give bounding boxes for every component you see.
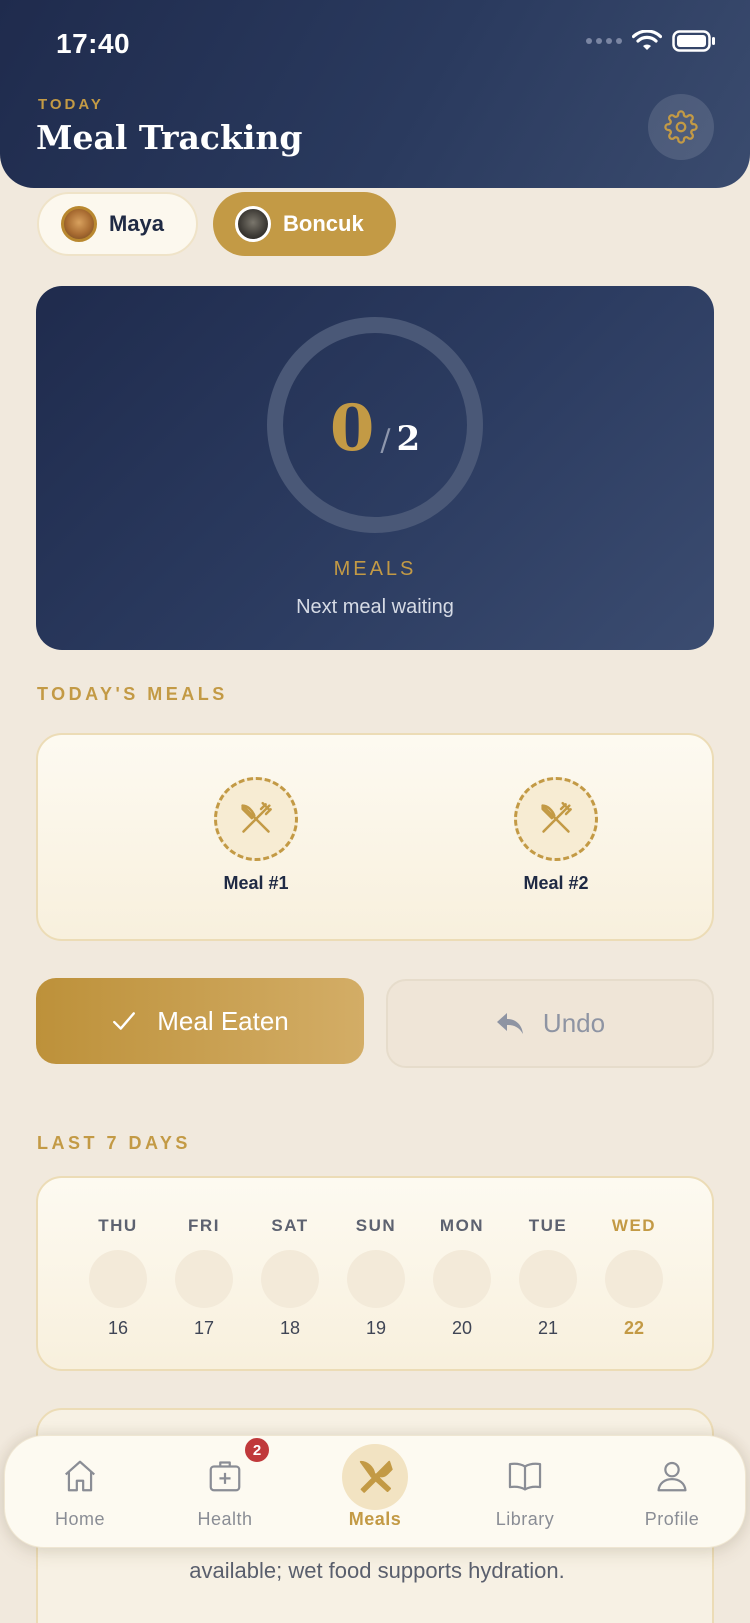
avatar	[235, 206, 271, 242]
medical-kit-icon	[203, 1454, 247, 1498]
status-icons	[586, 30, 716, 52]
undo-button[interactable]: Undo	[386, 979, 714, 1068]
status-time: 17:40	[56, 28, 131, 59]
tab-label: Library	[495, 1509, 555, 1529]
meal-name: Meal #1	[223, 873, 289, 893]
tab-label: Health	[197, 1509, 253, 1529]
day-name: TUE	[528, 1216, 568, 1235]
day-status-dot	[175, 1250, 233, 1308]
pet-chip-boncuk[interactable]: Boncuk	[213, 192, 396, 256]
day-number: 20	[451, 1318, 473, 1338]
meal-status-text: Next meal waiting	[296, 596, 454, 618]
pet-name: Boncuk	[283, 211, 364, 236]
day-thu[interactable]: THU 16	[83, 1216, 153, 1339]
checkmark-icon	[113, 1012, 136, 1030]
day-name: THU	[98, 1216, 138, 1235]
day-name: FRI	[188, 1216, 220, 1235]
meal-icon-circle	[214, 777, 298, 861]
day-mon[interactable]: MON 20	[427, 1216, 497, 1339]
day-status-dot	[605, 1250, 663, 1308]
tab-meals[interactable]: Meals	[305, 1436, 445, 1549]
tab-label: Home	[54, 1509, 105, 1529]
home-icon	[58, 1454, 102, 1498]
meal-eaten-button[interactable]: Meal Eaten	[36, 978, 364, 1064]
undo-label: Undo	[542, 1008, 606, 1038]
day-sat[interactable]: SAT 18	[255, 1216, 325, 1339]
tip-text: available; wet food supports hydration.	[189, 1558, 565, 1583]
notification-badge: 2	[243, 1436, 271, 1464]
meal-progress-card: 0/2 MEALS Next meal waiting	[36, 286, 714, 650]
person-icon	[650, 1454, 694, 1498]
day-status-dot	[347, 1250, 405, 1308]
meals-total-count: 2	[396, 419, 421, 459]
meal-slot-2[interactable]: Meal #2	[491, 777, 621, 894]
day-sun[interactable]: SUN 19	[341, 1216, 411, 1339]
day-name: SUN	[355, 1216, 397, 1235]
day-number: 22	[623, 1318, 645, 1338]
meals-label: MEALS	[333, 558, 417, 580]
cellular-signal-icon	[586, 38, 622, 44]
book-icon	[503, 1454, 547, 1498]
tab-label: Meals	[348, 1509, 402, 1529]
day-wed-today[interactable]: WED 22	[599, 1216, 669, 1339]
pet-name: Maya	[109, 211, 165, 236]
tab-library[interactable]: Library	[455, 1436, 595, 1549]
meal-name: Meal #2	[523, 873, 589, 893]
undo-arrow-icon	[496, 1012, 523, 1034]
day-number: 19	[365, 1318, 387, 1338]
bottom-tab-bar: Home 2 Health Meals Library Profile	[4, 1435, 746, 1548]
todays-meals-card: Meal #1 Meal #2	[36, 733, 714, 941]
wifi-icon	[632, 30, 662, 50]
day-status-dot	[89, 1250, 147, 1308]
day-number: 16	[107, 1318, 129, 1338]
day-tue[interactable]: TUE 21	[513, 1216, 583, 1339]
utensils-icon	[541, 801, 572, 833]
day-number: 21	[537, 1318, 559, 1338]
settings-button[interactable]	[648, 94, 714, 160]
tab-home[interactable]: Home	[10, 1436, 150, 1549]
battery-icon	[672, 30, 715, 52]
utensils-icon	[353, 1454, 397, 1498]
last-7-days-card: THU 16 FRI 17 SAT 18 SUN 19 MON 20 TUE 21 WED 2…	[36, 1176, 714, 1371]
count-separator: /	[380, 423, 391, 458]
meal-slot-1[interactable]: Meal #1	[191, 777, 321, 894]
meals-eaten-count: 0	[329, 391, 375, 466]
day-number: 18	[279, 1318, 301, 1338]
page-title: Meal Tracking	[36, 118, 303, 157]
tab-profile[interactable]: Profile	[602, 1436, 742, 1549]
day-fri[interactable]: FRI 17	[169, 1216, 239, 1339]
day-status-dot	[433, 1250, 491, 1308]
gear-icon	[664, 110, 698, 144]
meal-count: 0/2	[264, 391, 486, 466]
day-status-dot	[261, 1250, 319, 1308]
avatar	[61, 206, 97, 242]
todays-meals-heading: TODAY'S MEALS	[37, 684, 228, 704]
day-name: MON	[439, 1216, 485, 1235]
day-number: 17	[193, 1318, 215, 1338]
header: 17:40 TODAY Meal Tracking	[0, 0, 750, 188]
header-eyebrow: TODAY	[38, 96, 104, 113]
pet-chip-maya[interactable]: Maya	[37, 192, 198, 256]
last-7-days-heading: LAST 7 DAYS	[37, 1133, 191, 1153]
utensils-icon	[241, 801, 272, 833]
day-status-dot	[519, 1250, 577, 1308]
tab-health[interactable]: 2 Health	[155, 1436, 295, 1549]
tab-label: Profile	[644, 1509, 700, 1529]
day-name: SAT	[271, 1216, 309, 1235]
day-name: WED	[611, 1216, 657, 1235]
meal-icon-circle	[514, 777, 598, 861]
meal-eaten-label: Meal Eaten	[157, 1005, 289, 1036]
